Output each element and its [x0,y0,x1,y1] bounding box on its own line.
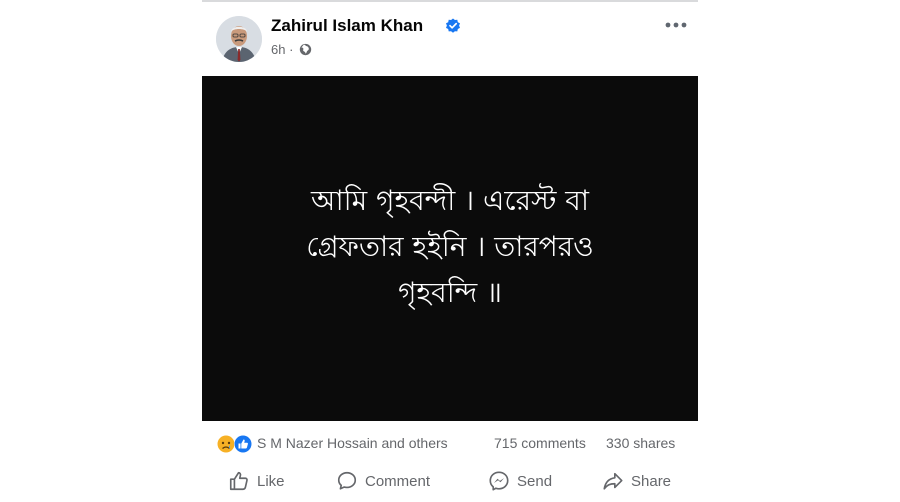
globe-icon [299,43,312,56]
comments-count[interactable]: 715 comments [494,435,586,451]
comment-label: Comment [365,472,431,490]
comment-bubble-icon [337,471,357,490]
more-options-icon [665,22,687,28]
comment-button[interactable]: Comment [336,466,430,496]
messenger-icon [489,471,509,491]
like-label: Like [257,472,285,490]
author-name[interactable]: Zahirul Islam Khan [271,16,423,36]
reaction-icons[interactable] [216,434,258,454]
post-media[interactable]: আমি গৃহবন্দী । এরেস্ট বা গ্রেফতার হইনি ।… [202,76,698,421]
post-actions: Like Comment Send Share [202,466,698,496]
meta-separator: · [289,42,294,57]
media-text-line: আমি গৃহবন্দী । এরেস্ট বা [310,184,590,217]
share-arrow-icon [603,472,623,490]
media-text-line: গ্রেফতার হইনি । তারপরও [306,230,594,263]
more-options-button[interactable] [662,14,690,36]
post-time[interactable]: 6h [271,42,285,57]
reactions-summary[interactable]: S M Nazer Hossain and others [257,435,448,451]
post-meta: 6h · [271,42,312,57]
like-button[interactable]: Like [228,466,285,496]
media-text: আমি গৃহবন্দী । এরেস্ট বা গ্রেফতার হইনি ।… [202,178,698,316]
send-label: Send [517,472,553,490]
author-avatar[interactable] [216,16,262,62]
share-label: Share [631,472,672,490]
post-stats: S M Nazer Hossain and others 715 comment… [202,434,698,454]
feed-post: Zahirul Islam Khan 6h · আমি গৃহবন্দী । এ… [202,0,698,502]
like-reaction-icon [234,435,252,453]
sad-reaction-icon [217,435,235,453]
thumbs-up-icon [229,471,248,491]
shares-count[interactable]: 330 shares [606,435,675,451]
send-button[interactable]: Send [488,466,552,496]
media-text-line: গৃহবন্দি ॥ [398,276,502,309]
share-button[interactable]: Share [602,466,671,496]
verified-badge-icon [446,18,460,33]
